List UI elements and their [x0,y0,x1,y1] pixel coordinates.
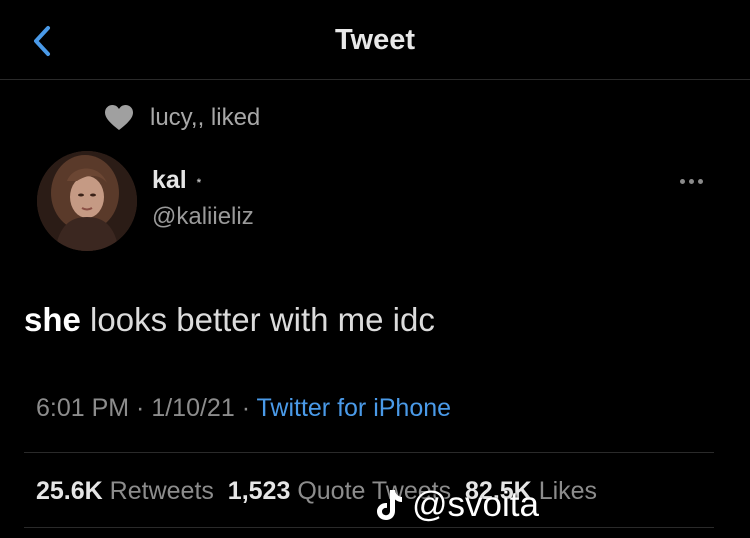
divider [24,452,714,453]
tweet-emphasis-word: she [24,301,81,338]
page-title: Tweet [334,24,416,56]
retweets-label: Retweets [109,477,214,505]
quote-tweets-count: 1,523 [227,477,291,505]
divider [24,527,714,528]
watermark-text: @svoita [412,485,539,524]
likes-label: Likes [538,477,598,505]
retweets-count: 25.6K [36,477,103,505]
tweet-time: 6:01 PM [36,394,130,422]
author-name[interactable]: kal * [152,166,201,195]
tiktok-icon [377,490,402,520]
heart-icon [105,105,133,130]
tweet-meta: 6:01 PM · 1/10/21 · Twitter for iPhone [36,394,451,423]
tweet-text: she looks better with me idc [24,301,435,339]
more-options-icon[interactable] [680,166,716,196]
tweet-body: looks better with me idc [80,301,435,338]
avatar-image [37,151,137,251]
tiktok-watermark: @svoita [374,484,539,526]
meta-separator: · [129,394,152,422]
meta-separator: · [234,394,257,422]
author-name-label: kal [152,166,187,194]
tweet-source-link[interactable]: Twitter for iPhone [257,394,452,422]
tweet-date: 1/10/21 [151,394,235,422]
badge-icon: * [196,176,202,189]
social-context-label: lucy,, liked [150,104,261,131]
author-handle[interactable]: @kaliieliz [152,203,254,231]
social-context: lucy,, liked [104,100,260,136]
avatar[interactable] [37,151,137,251]
retweets-stat[interactable]: 25.6K Retweets [36,477,214,505]
top-bar: Tweet [0,0,750,80]
